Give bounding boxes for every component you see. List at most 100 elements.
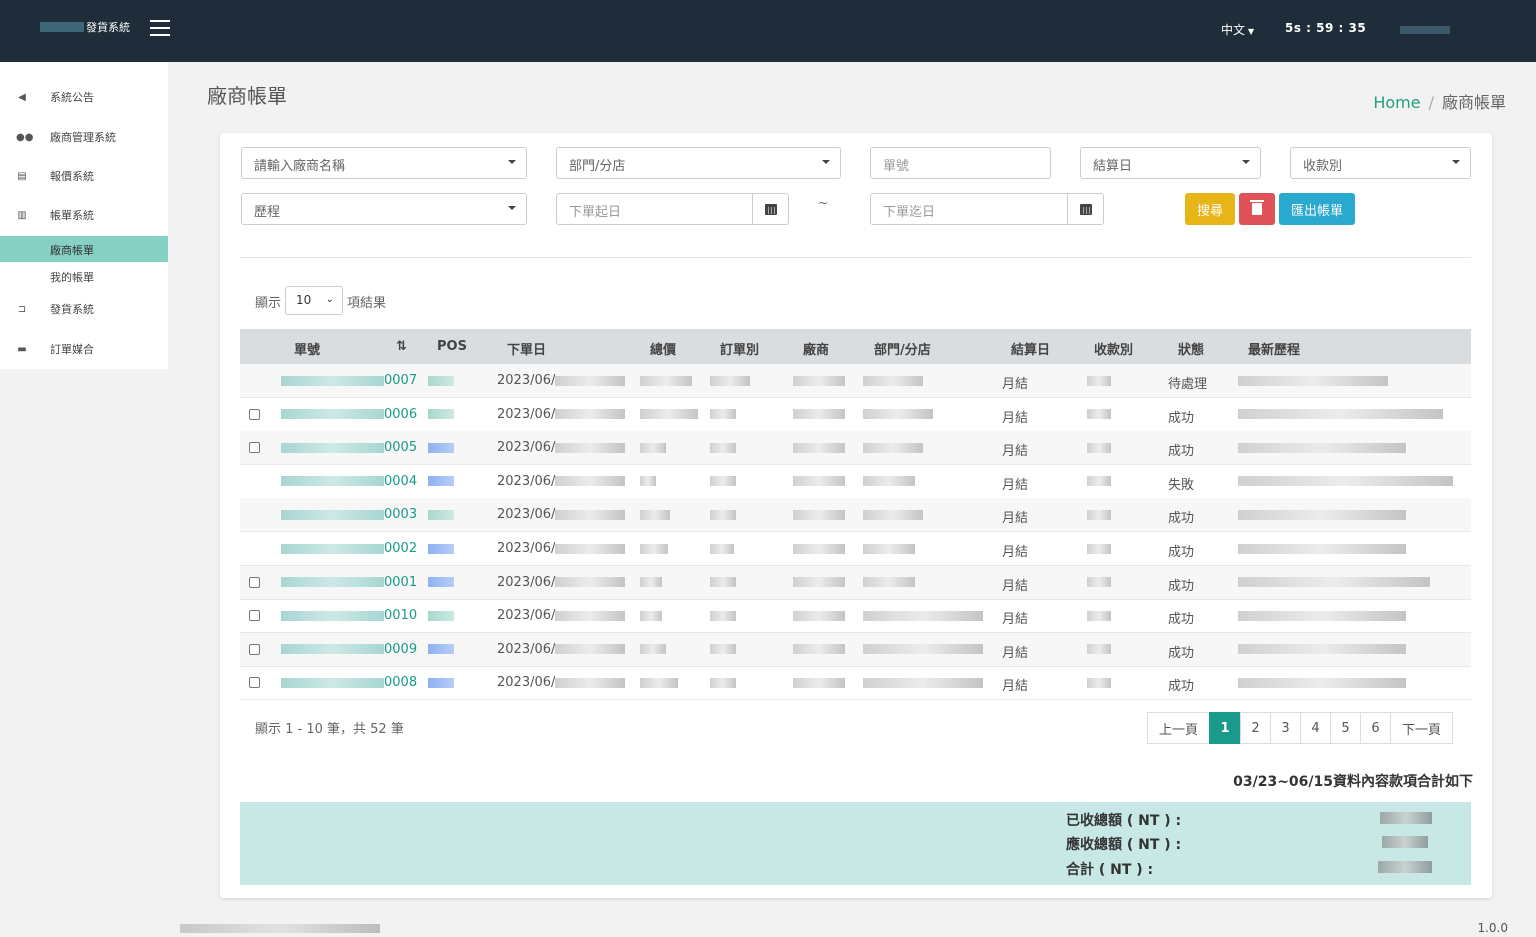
search-button[interactable]: 搜尋 bbox=[1185, 193, 1235, 225]
pagination-info: 顯示 1 - 10 筆，共 52 筆 bbox=[255, 722, 404, 737]
page-1-button[interactable]: 1 bbox=[1209, 712, 1241, 744]
latest-history-cell bbox=[1238, 440, 1406, 455]
order-number-input[interactable]: 單號 bbox=[870, 147, 1051, 179]
order-number-blur bbox=[281, 577, 384, 588]
sidebar-item-order-matching[interactable]: ▬ 訂單媒合 bbox=[0, 336, 168, 362]
table-row[interactable]: 0001 2023/06/月結 成功 bbox=[240, 565, 1471, 600]
order-date-cell: 2023/06/ bbox=[497, 541, 626, 556]
table-row[interactable]: 0008 2023/06/月結 成功 bbox=[240, 666, 1471, 701]
sort-icon: ⇅ bbox=[396, 339, 407, 354]
pos-cell bbox=[428, 675, 454, 690]
user-menu[interactable] bbox=[1400, 26, 1450, 34]
row-checkbox[interactable] bbox=[249, 643, 260, 655]
col-order-no[interactable]: 單號 bbox=[294, 339, 320, 358]
payment-type-cell bbox=[1087, 642, 1111, 657]
vendor-cell bbox=[793, 541, 845, 556]
pos-cell bbox=[428, 608, 454, 623]
table-row[interactable]: 0003 2023/06/月結 成功 bbox=[240, 498, 1471, 533]
receivable-total-label: 應收總額 ( NT ) : bbox=[1066, 837, 1182, 853]
department-cell bbox=[863, 642, 983, 657]
sidebar-item-vendor-management[interactable]: ●● 廠商管理系統 bbox=[0, 124, 168, 150]
order-date-cell: 2023/06/ bbox=[497, 474, 626, 489]
col-vendor[interactable]: 廠商 bbox=[803, 339, 829, 358]
page-4-button[interactable]: 4 bbox=[1300, 712, 1331, 744]
logo-blur bbox=[40, 22, 84, 32]
col-status[interactable]: 狀態 bbox=[1178, 339, 1204, 358]
table-row[interactable]: 0005 2023/06/月結 成功 bbox=[240, 431, 1471, 466]
date-from-calendar-button[interactable] bbox=[753, 193, 789, 225]
app-version: 1.0.0 bbox=[1477, 921, 1508, 935]
order-number-link[interactable]: 0009 bbox=[281, 642, 417, 657]
total-cell bbox=[640, 373, 692, 388]
prev-page-button[interactable]: 上一頁 bbox=[1147, 712, 1210, 744]
dropdown-arrow-icon bbox=[822, 160, 830, 164]
order-number-link[interactable]: 0008 bbox=[281, 675, 417, 690]
page-3-button[interactable]: 3 bbox=[1270, 712, 1301, 744]
table-row[interactable]: 0004 2023/06/月結 失敗 bbox=[240, 465, 1471, 499]
breadcrumb-home-link[interactable]: Home bbox=[1373, 93, 1420, 112]
total-cell bbox=[640, 608, 662, 623]
payment-type-select[interactable]: 收款別 bbox=[1290, 147, 1471, 179]
row-checkbox[interactable] bbox=[249, 442, 260, 454]
order-number-link[interactable]: 0003 bbox=[281, 507, 417, 522]
department-select[interactable]: 部門/分店 bbox=[556, 147, 841, 179]
history-select[interactable]: 歷程 bbox=[241, 193, 527, 225]
order-number-link[interactable]: 0007 bbox=[281, 373, 417, 388]
page-6-button[interactable]: 6 bbox=[1360, 712, 1391, 744]
sidebar-item-announcements[interactable]: ◀ 系統公告 bbox=[0, 84, 168, 110]
table-row[interactable]: 0009 2023/06/月結 成功 bbox=[240, 632, 1471, 667]
order-number-link[interactable]: 0006 bbox=[281, 407, 417, 422]
col-total[interactable]: 總價 bbox=[650, 339, 676, 358]
vendor-select[interactable]: 請輸入廠商名稱 bbox=[241, 147, 527, 179]
date-range-separator: ~ bbox=[818, 196, 829, 210]
language-dropdown[interactable]: 中文 ▼ bbox=[1221, 21, 1254, 38]
col-order-date[interactable]: 下單日 bbox=[507, 339, 546, 358]
total-cell bbox=[640, 541, 668, 556]
page-2-button[interactable]: 2 bbox=[1240, 712, 1271, 744]
page-5-button[interactable]: 5 bbox=[1330, 712, 1361, 744]
row-checkbox[interactable] bbox=[249, 576, 260, 588]
sidebar-subitem-vendor-bills[interactable]: 廠商帳單 bbox=[0, 236, 168, 262]
col-payment-type[interactable]: 收款別 bbox=[1094, 339, 1133, 358]
col-department[interactable]: 部門/分店 bbox=[874, 339, 931, 358]
sidebar-item-shipping[interactable]: ⊐ 發貨系統 bbox=[0, 296, 168, 322]
total-cell bbox=[640, 407, 698, 422]
delete-button[interactable] bbox=[1239, 193, 1275, 225]
order-number-link[interactable]: 0004 bbox=[281, 474, 417, 489]
table-row[interactable]: 0007 2023/06/月結 待處理 bbox=[240, 364, 1471, 398]
page-title: 廠商帳單 bbox=[207, 84, 287, 108]
table-row[interactable]: 0002 2023/06/月結 成功 bbox=[240, 532, 1471, 566]
table-row[interactable]: 0006 2023/06/月結 成功 bbox=[240, 398, 1471, 432]
sidebar-subitem-my-bills[interactable]: 我的帳單 bbox=[0, 263, 168, 289]
order-number-link[interactable]: 0010 bbox=[281, 608, 417, 623]
row-checkbox[interactable] bbox=[249, 677, 260, 689]
grand-total-value bbox=[1378, 861, 1432, 873]
order-number-link[interactable]: 0002 bbox=[281, 541, 417, 556]
col-order-type[interactable]: 訂單別 bbox=[720, 339, 759, 358]
bill-icon: ▥ bbox=[17, 209, 27, 221]
table-row[interactable]: 0010 2023/06/月結 成功 bbox=[240, 599, 1471, 634]
export-bills-button[interactable]: 匯出帳單 bbox=[1279, 193, 1355, 225]
next-page-button[interactable]: 下一頁 bbox=[1390, 712, 1453, 744]
order-number-link[interactable]: 0005 bbox=[281, 440, 417, 455]
col-latest-history[interactable]: 最新歷程 bbox=[1248, 339, 1300, 358]
sidebar-item-billing[interactable]: ▥ 帳單系統 bbox=[0, 202, 168, 228]
order-number-blur bbox=[281, 442, 384, 453]
date-to-calendar-button[interactable] bbox=[1068, 193, 1104, 225]
row-checkbox[interactable] bbox=[249, 408, 260, 420]
col-pos[interactable]: POS bbox=[437, 339, 467, 354]
settle-day-select[interactable]: 結算日 bbox=[1080, 147, 1261, 179]
date-from-input[interactable]: 下單起日 bbox=[556, 193, 753, 225]
sidebar-item-quotation[interactable]: ▤ 報價系統 bbox=[0, 163, 168, 189]
app-logo[interactable]: 發貨系統 bbox=[40, 19, 130, 35]
page-length-select[interactable]: 10 ⌄ bbox=[285, 286, 343, 315]
sidebar: ◀ 系統公告 ●● 廠商管理系統 ▤ 報價系統 ▥ 帳單系統 廠商帳單 我的帳單… bbox=[0, 62, 168, 369]
received-total-value bbox=[1380, 812, 1432, 824]
date-to-input[interactable]: 下單迄日 bbox=[870, 193, 1068, 225]
menu-toggle-icon[interactable] bbox=[150, 20, 170, 36]
order-date-cell: 2023/06/ bbox=[497, 575, 626, 590]
order-number-link[interactable]: 0001 bbox=[281, 575, 417, 590]
col-settle-day[interactable]: 結算日 bbox=[1011, 339, 1050, 358]
filter-divider bbox=[240, 257, 1471, 258]
row-checkbox[interactable] bbox=[249, 610, 260, 622]
